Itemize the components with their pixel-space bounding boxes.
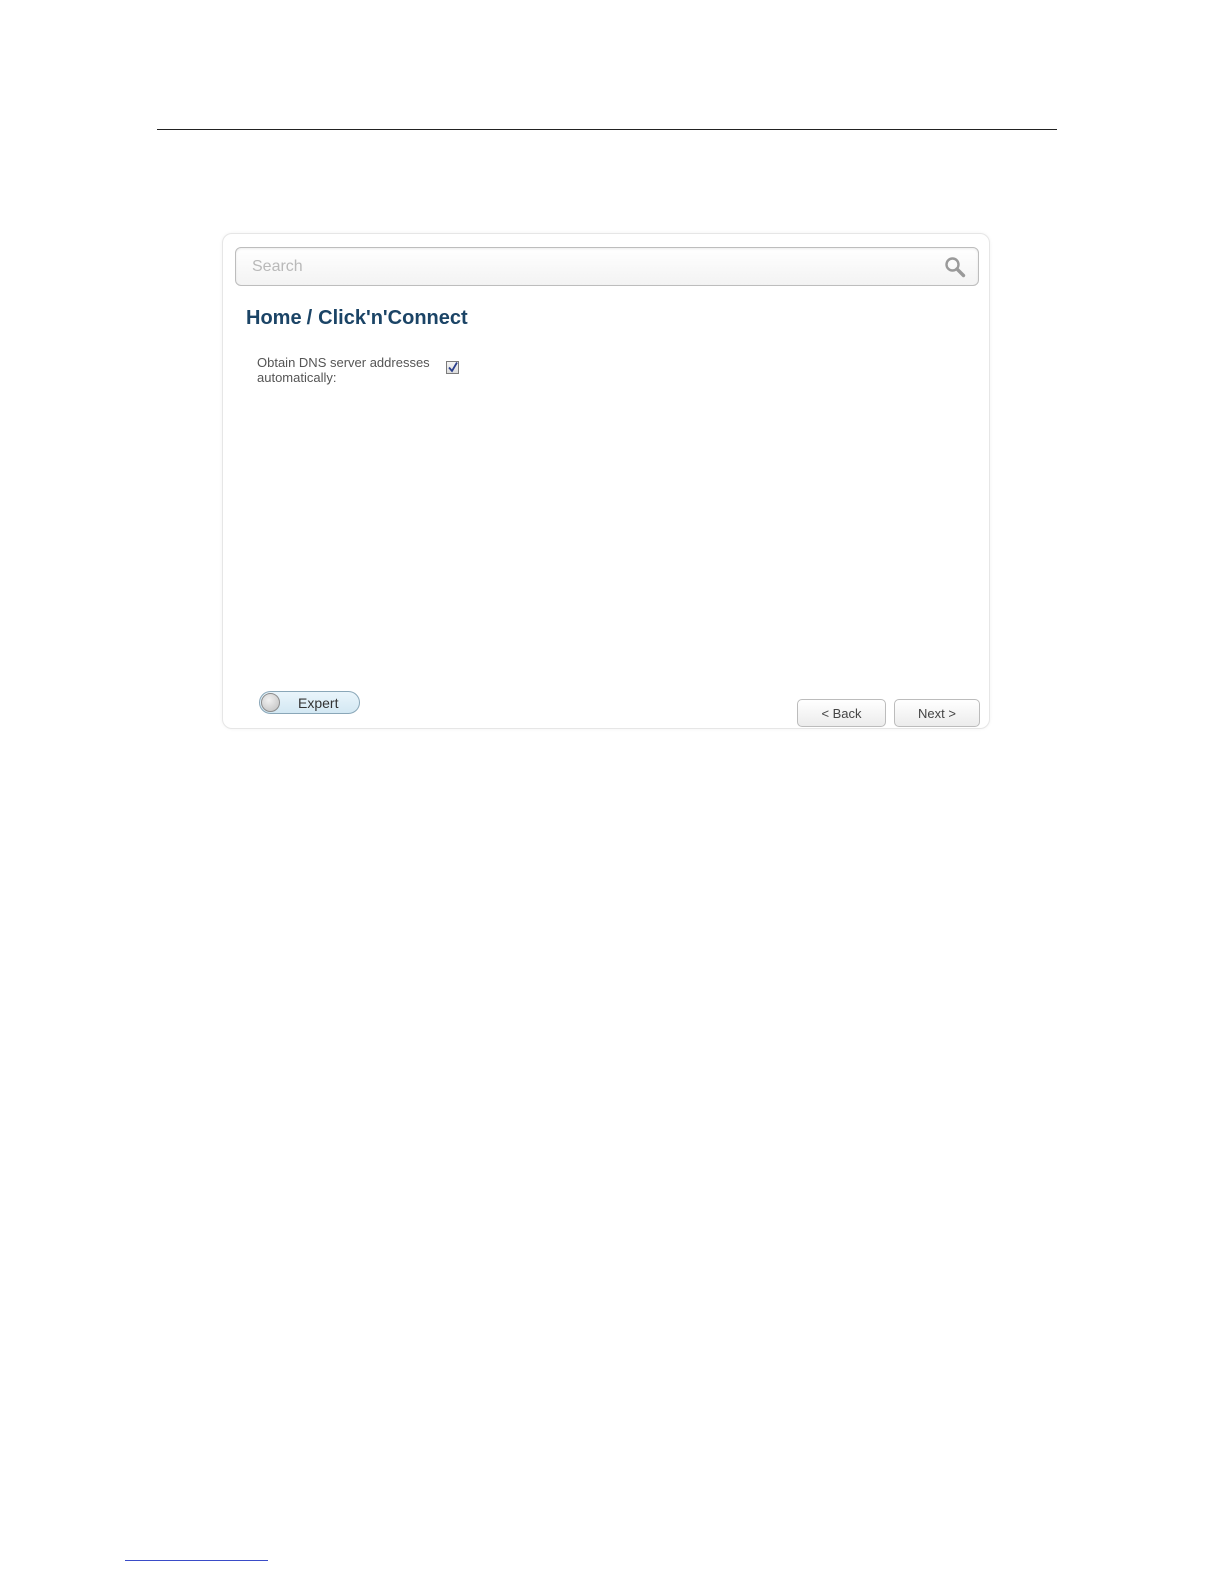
breadcrumb-separator: / xyxy=(306,307,313,329)
search-icon[interactable] xyxy=(944,256,966,278)
breadcrumb-home[interactable]: Home xyxy=(246,307,302,329)
checkmark-icon xyxy=(448,362,458,373)
toggle-knob xyxy=(261,693,280,712)
dns-auto-label: Obtain DNS server addresses automaticall… xyxy=(257,355,430,385)
back-button[interactable]: < Back xyxy=(797,699,886,727)
footer-link-underline xyxy=(125,1560,268,1561)
wizard-panel: Home/Click'n'Connect Obtain DNS server a… xyxy=(222,233,990,729)
top-rule xyxy=(157,129,1057,130)
dns-auto-checkbox[interactable] xyxy=(446,361,459,374)
next-button[interactable]: Next > xyxy=(894,699,980,727)
expert-mode-toggle[interactable]: Expert xyxy=(259,691,360,714)
search-input[interactable] xyxy=(244,248,950,285)
breadcrumb-current: Click'n'Connect xyxy=(318,307,468,329)
search-box xyxy=(235,247,979,286)
breadcrumb: Home / Click'n'Connect xyxy=(246,307,468,330)
expert-label: Expert xyxy=(298,695,339,711)
